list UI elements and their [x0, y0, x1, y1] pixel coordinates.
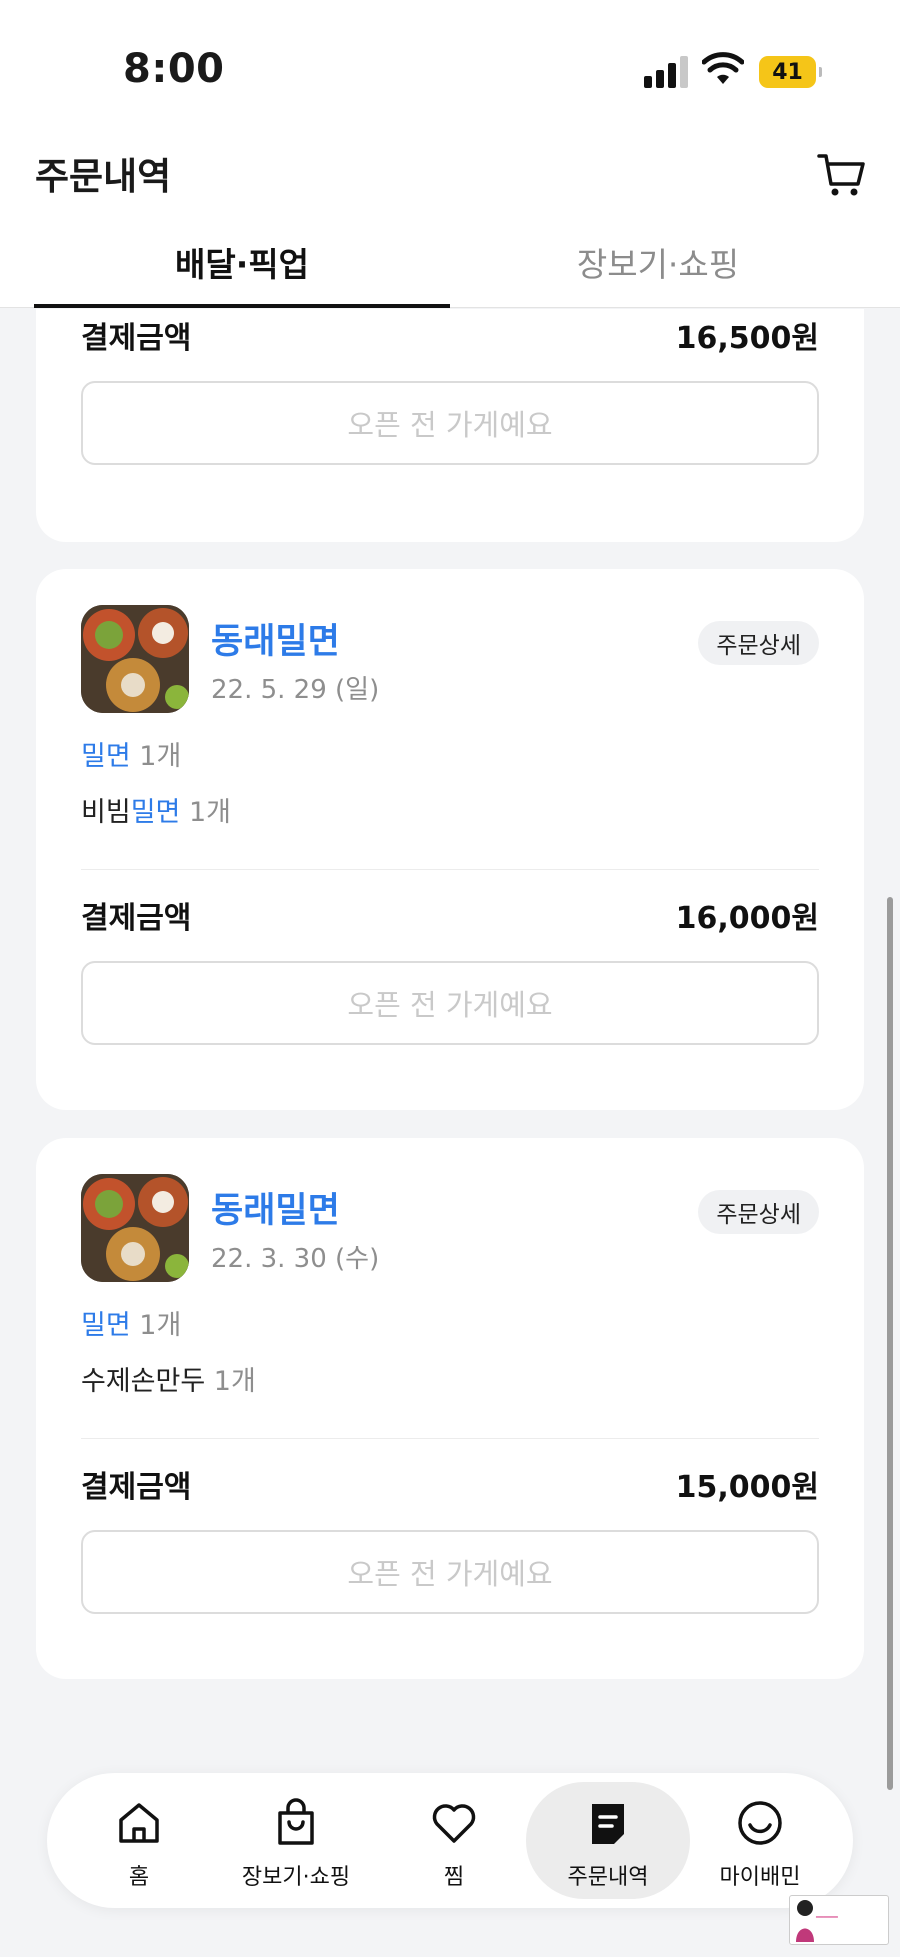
store-name[interactable]: 동래밀면 — [211, 613, 340, 664]
order-card: 동래밀면 22. 3. 30 (수) 주문상세 밀면 1개 수제손만두 1개 결… — [36, 1138, 864, 1679]
divider — [81, 869, 819, 870]
nav-item-home[interactable]: 홈 — [64, 1773, 214, 1908]
store-closed-button[interactable]: 오픈 전 가게예요 — [81, 381, 819, 465]
smile-icon — [738, 1801, 782, 1845]
order-tabs: 배달·픽업 장보기·쇼핑 — [0, 230, 900, 308]
status-bar: 8:00 41 — [0, 0, 900, 130]
nav-item-orders[interactable]: 주문내역 — [533, 1773, 683, 1908]
store-thumbnail[interactable] — [81, 605, 189, 713]
order-list: 결제금액 16,500원 오픈 전 가게예요 동래밀면 22. 5. 29 (일… — [0, 309, 900, 1957]
payment-amount: 15,000원 — [675, 1470, 819, 1505]
tab-delivery-pickup[interactable]: 배달·픽업 — [34, 238, 450, 300]
nav-label: 주문내역 — [567, 1865, 649, 1890]
cart-icon[interactable] — [816, 148, 868, 200]
order-card: 결제금액 16,500원 오픈 전 가게예요 — [36, 309, 864, 542]
order-date: 22. 3. 30 (수) — [211, 1244, 380, 1274]
nav-label: 마이배민 — [719, 1865, 801, 1890]
nav-label: 찜 — [443, 1865, 465, 1890]
page-title: 주문내역 — [35, 155, 172, 198]
scrollbar[interactable] — [887, 897, 893, 1790]
nav-item-shopping[interactable]: 장보기·쇼핑 — [221, 1773, 371, 1908]
payment-label: 결제금액 — [81, 321, 192, 356]
battery-indicator: 41 — [759, 56, 822, 88]
store-closed-button[interactable]: 오픈 전 가게예요 — [81, 1530, 819, 1614]
nav-label: 장보기·쇼핑 — [241, 1865, 351, 1890]
menu-item: 비빔밀면 1개 — [81, 797, 231, 828]
store-closed-button[interactable]: 오픈 전 가게예요 — [81, 961, 819, 1045]
menu-item: 밀면 1개 — [81, 741, 182, 772]
nav-item-favorites[interactable]: 찜 — [379, 1773, 529, 1908]
bottom-nav: 홈 장보기·쇼핑 찜 주문내역 마이배민 — [47, 1773, 853, 1908]
nav-item-my-baemin[interactable]: 마이배민 — [685, 1773, 835, 1908]
order-card: 동래밀면 22. 5. 29 (일) 주문상세 밀면 1개 비빔밀면 1개 결제… — [36, 569, 864, 1110]
payment-label: 결제금액 — [81, 1470, 192, 1505]
tab-grocery-shopping[interactable]: 장보기·쇼핑 — [450, 238, 866, 300]
watermark-logo: ─── — [789, 1895, 889, 1945]
store-thumbnail[interactable] — [81, 1174, 189, 1282]
heart-icon — [432, 1804, 476, 1843]
order-detail-button[interactable]: 주문상세 — [698, 1190, 819, 1234]
cellular-signal-icon — [644, 56, 688, 88]
divider — [81, 1438, 819, 1439]
wifi-icon — [702, 52, 744, 84]
store-name[interactable]: 동래밀면 — [211, 1182, 340, 1233]
order-date: 22. 5. 29 (일) — [211, 675, 380, 705]
nav-label: 홈 — [128, 1865, 150, 1890]
menu-item: 밀면 1개 — [81, 1310, 182, 1341]
home-icon — [119, 1803, 159, 1843]
payment-label: 결제금액 — [81, 901, 192, 936]
payment-amount: 16,000원 — [675, 901, 819, 936]
tab-active-indicator — [34, 304, 450, 308]
receipt-icon — [592, 1804, 624, 1844]
shopping-bag-icon — [278, 1798, 314, 1845]
menu-item: 수제손만두 1개 — [81, 1366, 256, 1397]
status-time: 8:00 — [123, 46, 225, 92]
order-detail-button[interactable]: 주문상세 — [698, 621, 819, 665]
app-header: 주문내역 — [0, 130, 900, 230]
payment-amount: 16,500원 — [675, 321, 819, 356]
